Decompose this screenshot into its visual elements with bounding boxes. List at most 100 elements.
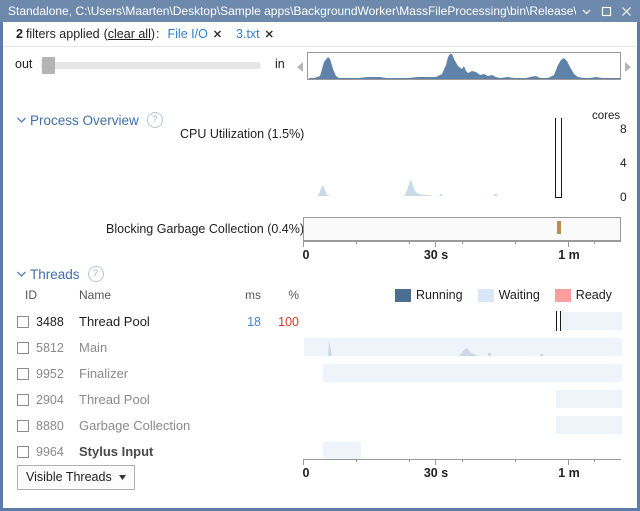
thread-timeline-9964[interactable]: [323, 442, 361, 460]
cpu-y-axis: 8 4 0: [563, 122, 633, 204]
table-row[interactable]: 2904 Thread Pool: [3, 388, 637, 414]
thread-checkbox-5812[interactable]: [17, 342, 29, 354]
thread-name-9964: Stylus Input: [79, 444, 154, 459]
thread-checkbox-2904[interactable]: [17, 394, 29, 406]
axis-tick-minor-3: [462, 459, 463, 462]
axis-label-0: 0: [302, 466, 310, 480]
legend-swatch-ready: [554, 288, 571, 302]
thread-checkbox-8880[interactable]: [17, 420, 29, 432]
threads-legend: Running Waiting Ready: [395, 288, 612, 302]
thread-name-3488: Thread Pool: [79, 314, 150, 329]
thread-timeline-5812[interactable]: [304, 338, 622, 356]
filter-count: 2: [16, 27, 23, 41]
axis-tick-major-1m: [568, 241, 569, 247]
axis-tick-major-1m: [568, 459, 569, 465]
thread-checkbox-9952[interactable]: [17, 368, 29, 380]
scroll-left-icon[interactable]: [296, 61, 305, 73]
blocking-gc-event-marker[interactable]: [557, 221, 561, 234]
close-icon[interactable]: [616, 1, 636, 21]
filter-chip-3txt[interactable]: 3.txt: [236, 27, 260, 41]
threads-chevron-down-icon[interactable]: [15, 268, 27, 280]
filter-colon: :: [156, 27, 160, 41]
column-header-id[interactable]: ID: [25, 288, 37, 302]
thread-name-8880: Garbage Collection: [79, 418, 191, 433]
filter-applied-text: filters applied: [25, 27, 100, 41]
overview-chart[interactable]: [307, 52, 621, 80]
thread-name-5812: Main: [79, 340, 108, 355]
cores-axis-label: cores: [592, 110, 621, 122]
diagnostic-tools-window: Standalone, C:\Users\Maarten\Desktop\Sam…: [0, 0, 640, 511]
axis-label-30s: 30 s: [423, 248, 449, 262]
threads-help-icon[interactable]: ?: [87, 266, 104, 282]
axis-tick-minor-1: [356, 459, 357, 462]
thread-checkbox-9964[interactable]: [17, 446, 29, 458]
blocking-gc-track[interactable]: [303, 217, 621, 241]
legend-label-waiting: Waiting: [498, 288, 540, 302]
table-row[interactable]: 3488 Thread Pool 18 100: [3, 310, 637, 336]
legend-item-running: Running: [395, 288, 463, 302]
threads-panel: Threads ? ID Name ms % Running Waiting R…: [3, 262, 637, 508]
title-bar: Standalone, C:\Users\Maarten\Desktop\Sam…: [0, 0, 640, 22]
thread-id-2904: 2904: [36, 393, 64, 407]
scroll-right-icon[interactable]: [623, 61, 632, 73]
zoom-out-label: out: [15, 57, 33, 71]
window-controls: [576, 0, 640, 22]
overview-chart-svg: [308, 54, 620, 79]
thread-pct-3488: 100: [278, 315, 299, 329]
y-tick-4: 4: [620, 156, 627, 170]
thread-timeline-cursor[interactable]: [556, 311, 561, 331]
y-tick-0: 0: [620, 190, 627, 204]
table-row[interactable]: 9952 Finalizer: [3, 362, 637, 388]
filter-chip-3txt-close-icon[interactable]: ✕: [265, 28, 274, 41]
threads-column-headers: ID Name ms % Running Waiting Ready: [3, 288, 637, 306]
thread-timeline-8880[interactable]: [556, 416, 622, 434]
chevron-down-icon: [118, 473, 126, 482]
table-row[interactable]: 8880 Garbage Collection: [3, 414, 637, 440]
legend-swatch-waiting: [477, 288, 494, 302]
column-header-pct[interactable]: %: [277, 288, 299, 302]
axis-tick-minor-2: [409, 459, 410, 462]
maximize-icon[interactable]: [596, 1, 616, 21]
axis-tick-minor-1: [356, 241, 357, 244]
legend-item-waiting: Waiting: [477, 288, 540, 302]
filter-chip-file-io-close-icon[interactable]: ✕: [213, 28, 222, 41]
column-header-ms[interactable]: ms: [239, 288, 261, 302]
table-row[interactable]: 5812 Main: [3, 336, 637, 362]
minimize-icon[interactable]: [576, 1, 596, 21]
visible-threads-button[interactable]: Visible Threads: [17, 465, 135, 490]
axis-tick-minor-4: [515, 241, 516, 244]
legend-swatch-running: [395, 288, 411, 302]
thread-name-2904: Thread Pool: [79, 392, 150, 407]
cpu-chart-selection-cursor-top: [555, 118, 562, 123]
window-title: Standalone, C:\Users\Maarten\Desktop\Sam…: [8, 4, 576, 18]
legend-item-ready: Ready: [554, 288, 612, 302]
threads-title: Threads: [30, 266, 80, 282]
cpu-utilization-chart-svg: [303, 179, 559, 196]
y-tick-8: 8: [620, 122, 627, 136]
zoom-row: out in: [3, 48, 637, 82]
axis-label-1m: 1 m: [558, 466, 580, 480]
legend-label-ready: Ready: [575, 288, 612, 302]
axis-label-30s: 30 s: [423, 466, 449, 480]
clear-all-link[interactable]: clear all: [108, 27, 151, 41]
thread-checkbox-3488[interactable]: [17, 316, 29, 328]
threads-header[interactable]: Threads ?: [15, 266, 104, 282]
column-header-name[interactable]: Name: [79, 288, 111, 302]
legend-label-running: Running: [416, 288, 463, 302]
cpu-chart-selection-cursor[interactable]: [555, 122, 562, 198]
thread-timeline-3488[interactable]: [560, 312, 622, 330]
thread-id-9952: 9952: [36, 367, 64, 381]
thread-id-9964: 9964: [36, 445, 64, 459]
zoom-slider[interactable]: [41, 62, 261, 69]
zoom-in-label: in: [275, 57, 285, 71]
axis-label-1m: 1 m: [558, 248, 580, 262]
cpu-utilization-chart[interactable]: [303, 124, 559, 196]
zoom-slider-thumb[interactable]: [42, 57, 55, 74]
thread-timeline-2904[interactable]: [556, 390, 622, 408]
axis-tick-minor-5: [594, 459, 595, 462]
process-overview-panel: cores CPU Utilization (1.5%) 8 4 0 Block…: [3, 110, 637, 265]
timeline-overview-strip[interactable]: [296, 52, 632, 80]
thread-ms-3488: 18: [247, 315, 261, 329]
filter-chip-file-io[interactable]: File I/O: [168, 27, 208, 41]
thread-timeline-9952[interactable]: [323, 364, 622, 382]
